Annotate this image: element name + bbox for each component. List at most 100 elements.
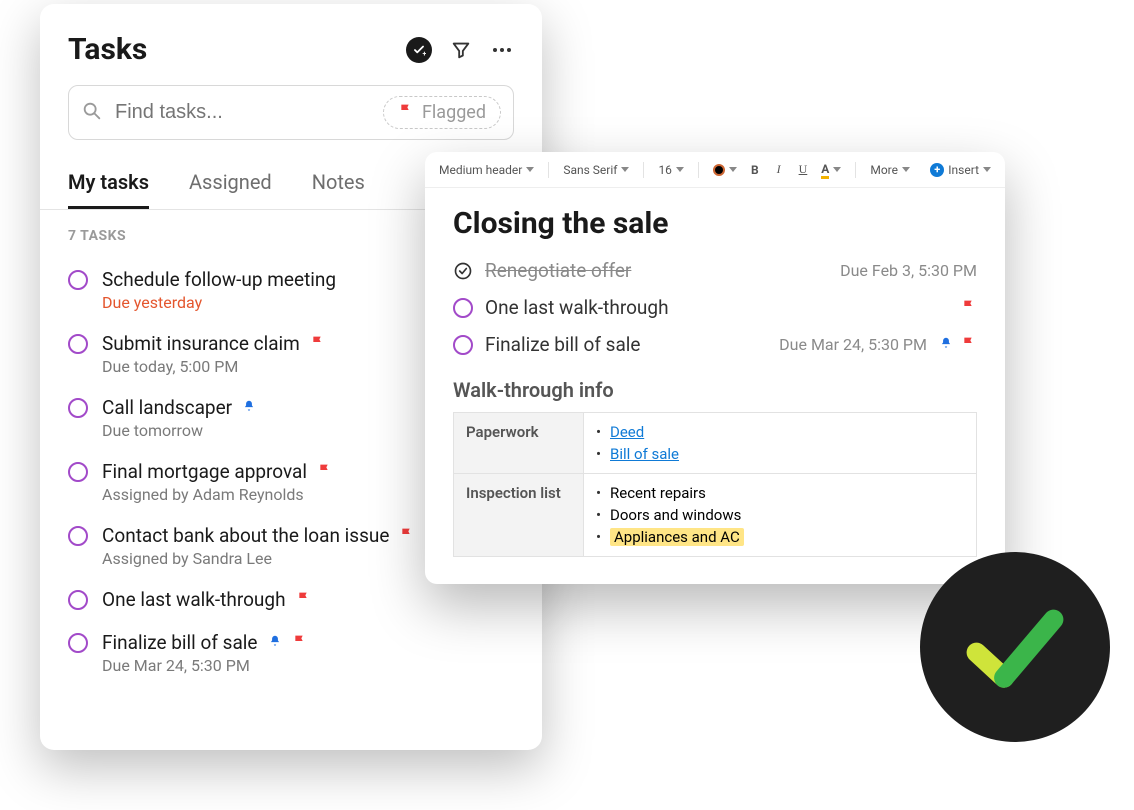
document-task-item[interactable]: Renegotiate offerDue Feb 3, 5:30 PM	[453, 259, 977, 282]
document-task-title: One last walk-through	[485, 296, 669, 319]
table-header-cell: Paperwork	[454, 413, 584, 474]
task-checkbox[interactable]	[68, 526, 88, 546]
task-checkbox[interactable]	[68, 398, 88, 418]
search-input[interactable]	[115, 101, 315, 124]
editor-body[interactable]: Closing the sale Renegotiate offerDue Fe…	[425, 188, 1005, 581]
style-dropdown[interactable]: Medium header	[439, 163, 534, 177]
task-title: Schedule follow-up meeting	[102, 268, 336, 291]
task-title: Submit insurance claim	[102, 332, 300, 355]
highlight-dropdown[interactable]: A	[821, 162, 841, 178]
flag-icon	[961, 335, 977, 355]
size-dropdown-label: 16	[658, 163, 672, 177]
task-checkbox[interactable]	[453, 335, 473, 355]
task-title: Contact bank about the loan issue	[102, 524, 389, 547]
check-icon	[960, 592, 1070, 702]
document-task-item[interactable]: One last walk-through	[453, 296, 977, 319]
task-item[interactable]: One last walk-through	[68, 578, 514, 621]
list-item: Appliances and AC	[596, 526, 964, 548]
more-dropdown-label: More	[870, 163, 898, 177]
task-checkbox[interactable]	[68, 462, 88, 482]
tasks-title: Tasks	[68, 32, 147, 67]
editor-toolbar: Medium header Sans Serif 16 B I U A More	[425, 152, 1005, 188]
more-dropdown[interactable]: More	[870, 163, 910, 177]
check-badge	[920, 552, 1110, 742]
task-checkbox[interactable]	[68, 270, 88, 290]
color-swatch-icon	[713, 164, 725, 176]
task-checkbox[interactable]	[68, 633, 88, 653]
font-dropdown-label: Sans Serif	[563, 163, 617, 177]
tab-notes[interactable]: Notes	[312, 158, 365, 209]
task-checkbox[interactable]	[68, 334, 88, 354]
link[interactable]: Deed	[610, 423, 644, 441]
task-item[interactable]: Finalize bill of sale Due Mar 24, 5:30 PM	[68, 621, 514, 685]
add-task-icon[interactable]: +	[406, 37, 432, 63]
list-item: Recent repairs	[596, 482, 964, 504]
tab-my-tasks[interactable]: My tasks	[68, 158, 149, 209]
insert-dropdown-label: Insert	[948, 163, 979, 177]
flagged-chip-label: Flagged	[422, 102, 486, 123]
task-checkbox[interactable]	[68, 590, 88, 610]
checkbox-checked-icon[interactable]	[453, 261, 473, 281]
insert-dropdown[interactable]: + Insert	[930, 163, 991, 177]
table-cell: Recent repairs Doors and windows Appliance…	[584, 474, 977, 557]
task-subtext: Due Mar 24, 5:30 PM	[102, 656, 514, 675]
task-title: Finalize bill of sale	[102, 631, 258, 654]
highlight-icon: A	[821, 162, 829, 178]
task-title: One last walk-through	[102, 588, 286, 611]
bold-button[interactable]: B	[747, 161, 763, 179]
table-row: Paperwork Deed Bill of sale	[454, 413, 977, 474]
info-table: Paperwork Deed Bill of sale Inspection list…	[453, 412, 977, 557]
flag-icon	[398, 102, 414, 123]
list-item: Deed	[596, 421, 964, 443]
bell-icon	[939, 335, 953, 355]
task-title: Final mortgage approval	[102, 460, 307, 483]
more-icon[interactable]	[490, 38, 514, 62]
document-title: Closing the sale	[453, 206, 977, 241]
style-dropdown-label: Medium header	[439, 163, 522, 177]
due-date: Due Feb 3, 5:30 PM	[840, 261, 977, 280]
underline-button[interactable]: U	[795, 160, 812, 179]
document-task-list: Renegotiate offerDue Feb 3, 5:30 PM One l…	[453, 259, 977, 356]
chevron-down-icon	[983, 167, 991, 172]
font-dropdown[interactable]: Sans Serif	[563, 163, 629, 177]
flag-icon	[296, 590, 312, 610]
filter-icon[interactable]	[450, 39, 472, 61]
italic-button[interactable]: I	[773, 160, 785, 179]
chevron-down-icon	[902, 167, 910, 172]
chevron-down-icon	[621, 167, 629, 172]
flag-icon	[961, 298, 977, 318]
table-row: Inspection list Recent repairs Doors and w…	[454, 474, 977, 557]
list-item-text: Recent repairs	[610, 484, 706, 502]
flag-icon	[310, 334, 326, 354]
table-header-cell: Inspection list	[454, 474, 584, 557]
chevron-down-icon	[676, 167, 684, 172]
flag-icon	[292, 633, 308, 653]
search-bar[interactable]: Flagged	[68, 85, 514, 140]
flag-icon	[399, 526, 415, 546]
plus-icon: +	[930, 163, 944, 177]
flagged-filter-chip[interactable]: Flagged	[383, 96, 501, 129]
search-icon	[81, 100, 103, 126]
tasks-header-actions: +	[406, 37, 514, 63]
tasks-header: Tasks +	[40, 32, 542, 85]
document-task-item[interactable]: Finalize bill of sale Due Mar 24, 5:30 PM	[453, 333, 977, 356]
list-item: Doors and windows	[596, 504, 964, 526]
chevron-down-icon	[526, 167, 534, 172]
link[interactable]: Bill of sale	[610, 445, 679, 463]
chevron-down-icon	[833, 167, 841, 172]
chevron-down-icon	[729, 167, 737, 172]
flag-icon	[317, 462, 333, 482]
highlighted-text: Appliances and AC	[610, 528, 744, 546]
task-title: Call landscaper	[102, 396, 232, 419]
size-dropdown[interactable]: 16	[658, 163, 684, 177]
section-heading: Walk-through info	[453, 378, 977, 402]
svg-text:+: +	[423, 49, 427, 56]
editor-panel: Medium header Sans Serif 16 B I U A More	[425, 152, 1005, 584]
due-date: Due Mar 24, 5:30 PM	[779, 335, 927, 354]
task-checkbox[interactable]	[453, 298, 473, 318]
color-dropdown[interactable]	[713, 164, 737, 176]
document-task-title: Finalize bill of sale	[485, 333, 641, 356]
list-item-text: Doors and windows	[610, 506, 741, 524]
bell-icon	[268, 633, 282, 653]
tab-assigned[interactable]: Assigned	[189, 158, 272, 209]
